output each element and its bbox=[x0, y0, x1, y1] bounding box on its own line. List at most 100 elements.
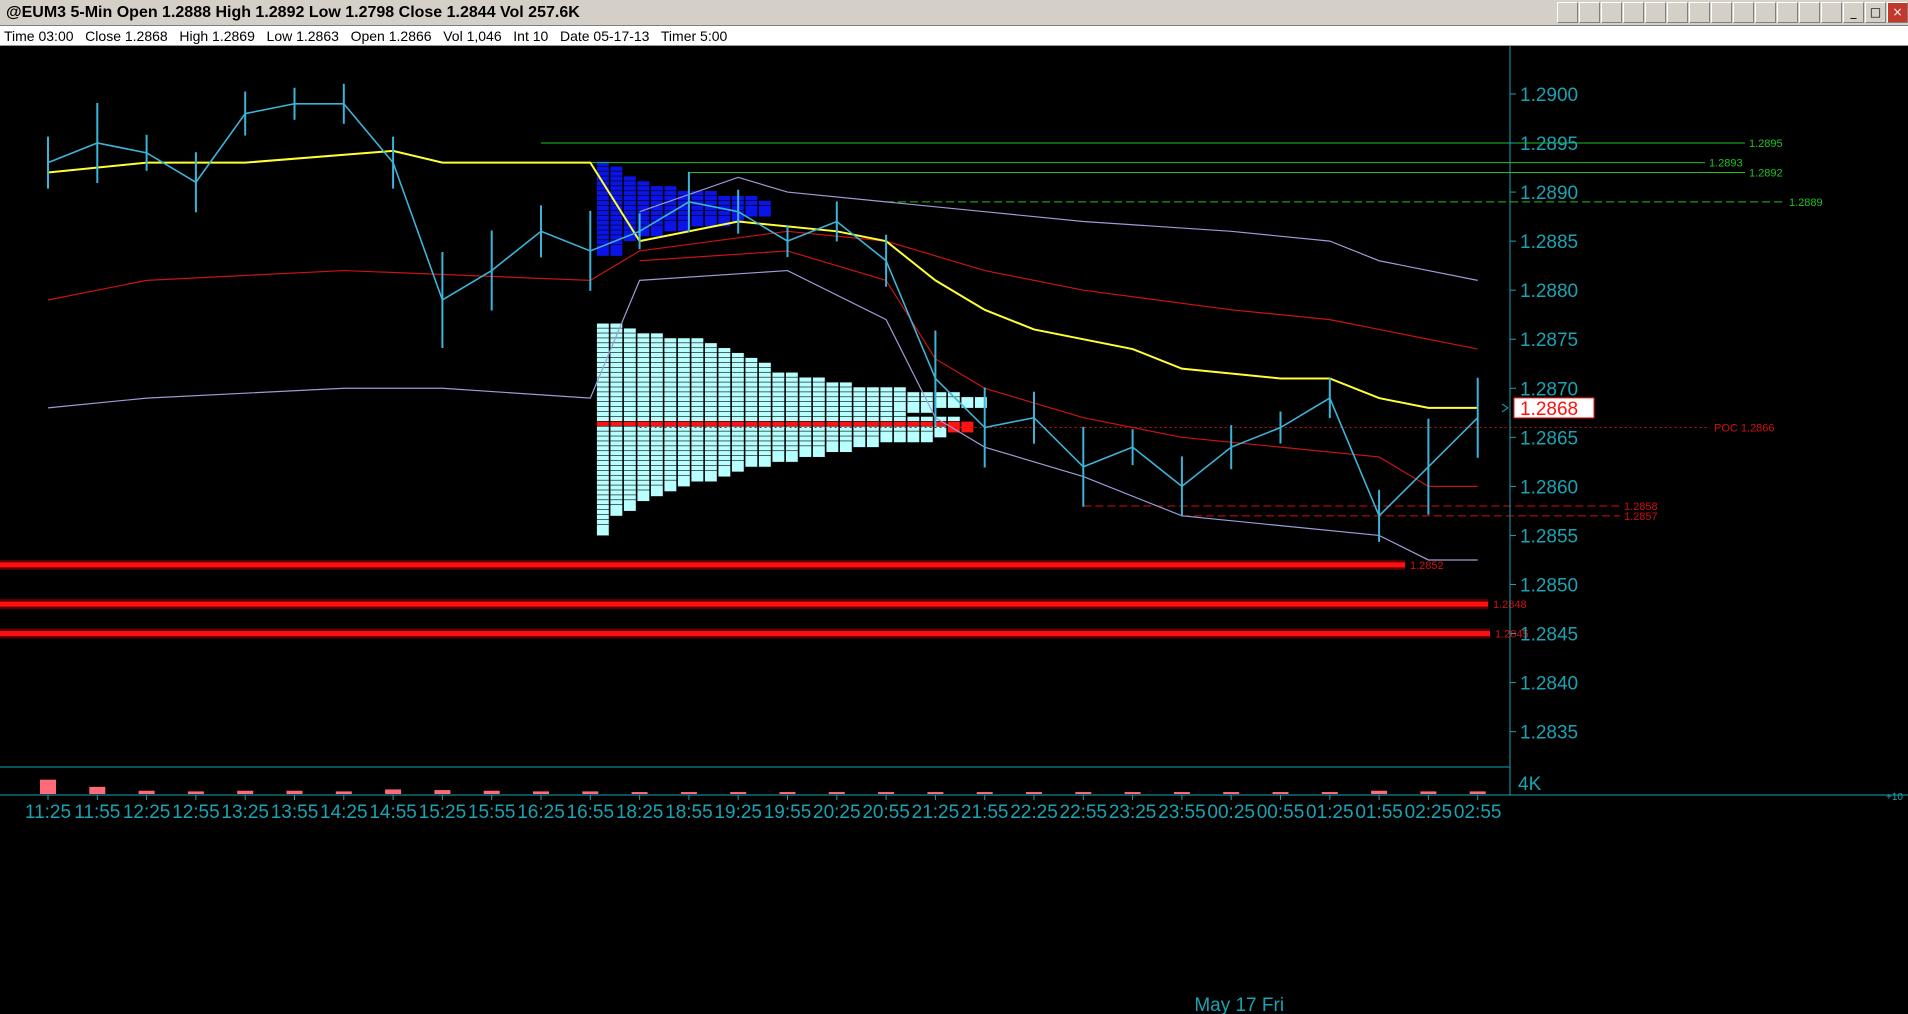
time-tick-label: 18:25 bbox=[616, 802, 664, 823]
time-tick-label: 02:55 bbox=[1454, 802, 1502, 823]
level-line-label: 1.2889 bbox=[1789, 197, 1823, 209]
time-tick-label: 14:25 bbox=[320, 802, 368, 823]
volume-bar bbox=[1075, 792, 1092, 794]
profile-cell bbox=[609, 504, 623, 517]
volume-bar bbox=[828, 792, 845, 794]
volume-bar bbox=[927, 792, 944, 794]
profile-cell bbox=[650, 224, 664, 237]
time-tick-label: 23:25 bbox=[1109, 802, 1157, 823]
level-line-label: 1.2857 bbox=[1624, 511, 1658, 523]
profile-cell bbox=[609, 244, 623, 257]
support-band bbox=[0, 601, 1488, 607]
volume-bar bbox=[1124, 792, 1141, 794]
profile-cell bbox=[663, 219, 677, 232]
time-tick-label: 11:55 bbox=[74, 802, 120, 823]
time-tick-label: 12:25 bbox=[123, 802, 171, 823]
time-tick-label: 22:25 bbox=[1010, 802, 1058, 823]
volume-bar bbox=[187, 791, 204, 794]
price-chart[interactable]: 1.28521.28481.2845 1.28951.28931.28921.2… bbox=[0, 0, 1908, 1014]
price-tick-label: 1.2895 bbox=[1520, 134, 1578, 155]
profile-cell bbox=[650, 484, 664, 497]
profile-cell bbox=[704, 470, 718, 483]
volume-bar bbox=[1371, 790, 1388, 794]
time-tick-label: 00:25 bbox=[1207, 802, 1255, 823]
time-tick-label: 00:55 bbox=[1257, 802, 1305, 823]
price-tick-label: 1.2835 bbox=[1520, 723, 1578, 744]
volume-bar bbox=[878, 792, 895, 794]
level-line-label: 1.2893 bbox=[1709, 158, 1743, 170]
profile-cell bbox=[906, 430, 920, 443]
volume-bar bbox=[779, 792, 796, 794]
profile-cell bbox=[866, 435, 880, 448]
price-tick-label: 1.2885 bbox=[1520, 232, 1578, 253]
volume-bar bbox=[582, 791, 599, 794]
profile-cell bbox=[947, 396, 961, 409]
volume-bar bbox=[40, 779, 56, 794]
profile-cell bbox=[852, 435, 866, 448]
time-tick-label: 12:55 bbox=[172, 802, 220, 823]
time-tick-label: 22:55 bbox=[1060, 802, 1108, 823]
time-tick-label: 20:55 bbox=[862, 802, 910, 823]
time-tick-label: 21:55 bbox=[961, 802, 1009, 823]
volume-bar bbox=[631, 792, 648, 794]
profile-cell bbox=[785, 450, 799, 463]
volume-scale-label: 4K bbox=[1518, 774, 1542, 795]
volume-bar bbox=[730, 792, 747, 794]
profile-cell bbox=[744, 455, 758, 468]
volume-scale-sublabel: +10 bbox=[1886, 792, 1903, 803]
time-tick-label: 19:25 bbox=[714, 802, 762, 823]
profile-cell bbox=[731, 460, 745, 473]
profile-cell bbox=[812, 445, 826, 458]
volume-bar bbox=[1173, 792, 1190, 794]
profile-cell bbox=[798, 445, 812, 458]
profile-cell bbox=[704, 215, 718, 228]
time-tick-label: 21:25 bbox=[912, 802, 960, 823]
price-tick-label: 1.2865 bbox=[1520, 428, 1578, 449]
support-band bbox=[0, 631, 1490, 637]
time-tick-label: 20:25 bbox=[813, 802, 861, 823]
time-tick-label: 13:25 bbox=[221, 802, 269, 823]
volume-bar bbox=[335, 791, 352, 794]
volume-bar bbox=[1420, 791, 1437, 794]
profile-cell bbox=[677, 474, 691, 487]
profile-cell bbox=[879, 430, 893, 443]
profile-cell bbox=[906, 401, 920, 414]
time-tick-label: 16:55 bbox=[567, 802, 615, 823]
volume-bar bbox=[680, 792, 697, 794]
price-tick-label: 1.2890 bbox=[1520, 183, 1578, 204]
profile-cell bbox=[690, 470, 704, 483]
chart-background bbox=[0, 46, 1908, 1014]
time-tick-label: 15:25 bbox=[419, 802, 467, 823]
level-line-label: POC 1.2866 bbox=[1714, 423, 1775, 435]
profile-cell bbox=[893, 430, 907, 443]
volume-bar bbox=[1469, 791, 1486, 794]
price-tick-label: 1.2870 bbox=[1520, 379, 1578, 400]
volume-bar bbox=[286, 790, 303, 794]
profile-cell bbox=[690, 215, 704, 228]
volume-bar bbox=[483, 790, 500, 794]
volume-bar bbox=[1026, 792, 1042, 794]
volume-bar bbox=[237, 790, 254, 794]
price-tick-label: 1.2875 bbox=[1520, 330, 1578, 351]
volume-bar bbox=[1223, 792, 1240, 794]
volume-bar bbox=[138, 790, 155, 794]
profile-cell bbox=[771, 450, 785, 463]
support-band bbox=[0, 562, 1405, 568]
volume-bar bbox=[1272, 792, 1289, 794]
profile-cell bbox=[920, 401, 934, 414]
time-tick-label: 19:55 bbox=[764, 802, 812, 823]
price-tick-label: 1.2845 bbox=[1520, 625, 1578, 646]
profile-cell bbox=[636, 489, 650, 502]
date-label: May 17 Fri bbox=[1194, 995, 1284, 1014]
volume-bar bbox=[533, 791, 549, 794]
price-tick-label: 1.2860 bbox=[1520, 477, 1578, 498]
time-tick-label: 15:55 bbox=[468, 802, 516, 823]
last-price-label: 1.2868 bbox=[1520, 399, 1578, 420]
level-line-label: 1.2895 bbox=[1749, 138, 1783, 150]
profile-cell bbox=[825, 440, 839, 453]
profile-cell bbox=[960, 421, 974, 434]
time-tick-label: 13:55 bbox=[271, 802, 319, 823]
time-tick-label: 18:55 bbox=[665, 802, 713, 823]
volume-bar bbox=[434, 790, 451, 794]
time-tick-label: 01:55 bbox=[1355, 802, 1403, 823]
